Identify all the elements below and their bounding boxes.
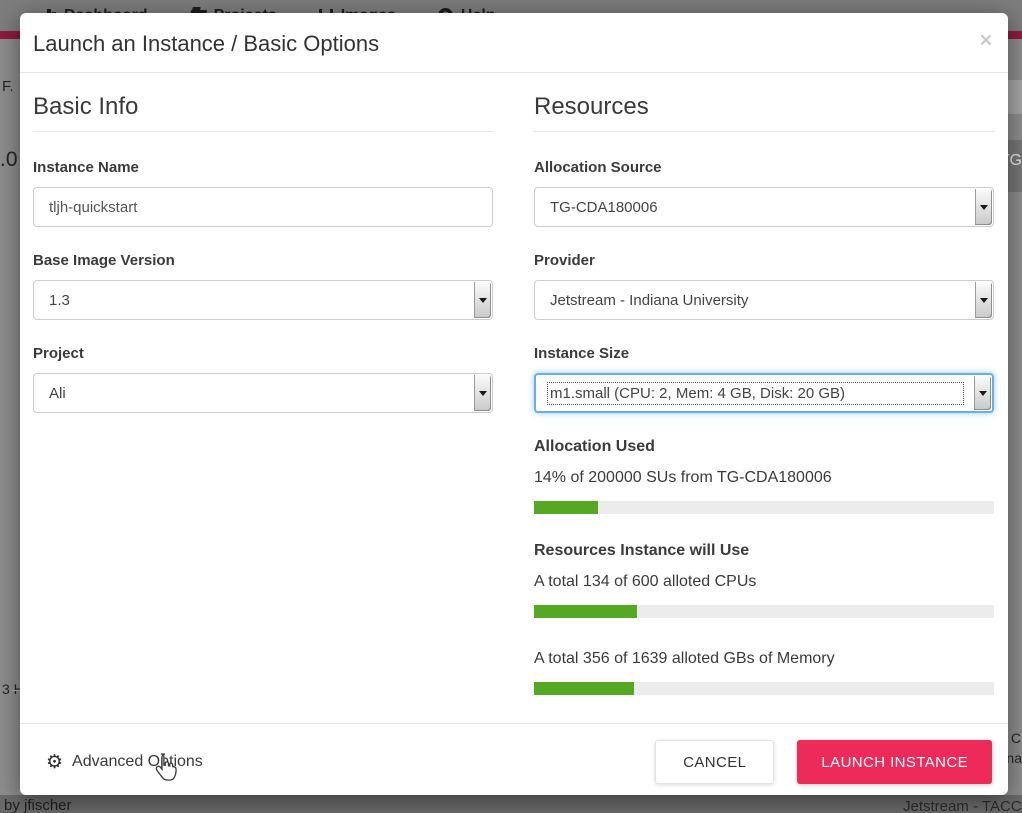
chevron-down-icon <box>975 189 992 225</box>
select-value: TG-CDA180006 <box>550 199 961 216</box>
select-value: m1.small (CPU: 2, Mem: 4 GB, Disk: 20 GB… <box>550 385 961 402</box>
modal-title: Launch an Instance / Basic Options <box>33 31 379 57</box>
close-icon[interactable]: × <box>980 31 992 51</box>
cpu-usage-progressbar <box>534 605 994 618</box>
chevron-down-icon <box>974 376 991 410</box>
allocation-used-section: Allocation Used 14% of 200000 SUs from T… <box>534 438 994 514</box>
project-select[interactable]: Ali <box>33 373 493 413</box>
select-value: Jetstream - Indiana University <box>550 292 961 309</box>
resources-use-section: Resources Instance will Use A total 134 … <box>534 542 994 695</box>
base-image-version-group: Base Image Version 1.3 <box>33 252 493 320</box>
background-text-fragment: F. <box>2 78 14 95</box>
modal-body: Basic Info Instance Name Base Image Vers… <box>20 73 1008 723</box>
instance-name-label: Instance Name <box>33 159 493 176</box>
base-image-version-select[interactable]: 1.3 <box>33 280 493 320</box>
instance-name-group: Instance Name <box>33 159 493 227</box>
footer-buttons: CANCEL LAUNCH INSTANCE <box>655 740 992 784</box>
basic-info-heading: Basic Info <box>33 93 493 132</box>
instance-name-input[interactable] <box>33 187 493 227</box>
background-text-fragment: C <box>1011 730 1021 746</box>
progress-fill <box>534 682 634 695</box>
background-divider <box>12 690 20 691</box>
allocation-source-select[interactable]: TG-CDA180006 <box>534 187 994 227</box>
allocation-used-progressbar <box>534 501 994 514</box>
provider-label: Provider <box>534 252 994 269</box>
modal-header: Launch an Instance / Basic Options × <box>20 13 1008 73</box>
provider-group: Provider Jetstream - Indiana University <box>534 252 994 320</box>
gear-icon: ⚙ <box>46 753 63 772</box>
allocation-source-label: Allocation Source <box>534 159 994 176</box>
modal-footer: ⚙ Advanced Options CANCEL LAUNCH INSTANC… <box>20 723 1008 800</box>
background-band <box>1008 80 1022 114</box>
background-text-fragment: na <box>1006 750 1022 766</box>
chevron-down-icon <box>474 282 491 318</box>
project-label: Project <box>33 345 493 362</box>
resources-use-heading: Resources Instance will Use <box>534 542 994 560</box>
background-text-fragment: .0 <box>0 148 18 172</box>
progress-fill <box>534 605 637 618</box>
background-footer-provider: Jetstream - TACC <box>903 798 1022 813</box>
allocation-used-heading: Allocation Used <box>534 438 994 456</box>
memory-usage-text: A total 356 of 1639 alloted GBs of Memor… <box>534 650 994 668</box>
cpu-usage-text: A total 134 of 600 alloted CPUs <box>534 573 994 591</box>
allocation-used-text: 14% of 200000 SUs from TG-CDA180006 <box>534 469 994 487</box>
advanced-options-label: Advanced Options <box>72 753 203 771</box>
memory-usage-progressbar <box>534 682 994 695</box>
provider-select[interactable]: Jetstream - Indiana University <box>534 280 994 320</box>
launch-instance-button[interactable]: LAUNCH INSTANCE <box>797 740 992 784</box>
cancel-button[interactable]: CANCEL <box>655 740 774 784</box>
chevron-down-icon <box>975 282 992 318</box>
advanced-options-button[interactable]: ⚙ Advanced Options <box>46 753 203 772</box>
instance-size-label: Instance Size <box>534 345 994 362</box>
launch-instance-modal: Launch an Instance / Basic Options × Bas… <box>20 13 1008 795</box>
base-image-version-label: Base Image Version <box>33 252 493 269</box>
resources-column: Resources Allocation Source TG-CDA180006… <box>534 93 994 723</box>
select-value: Ali <box>49 385 460 402</box>
instance-size-select[interactable]: m1.small (CPU: 2, Mem: 4 GB, Disk: 20 GB… <box>534 373 994 413</box>
resources-heading: Resources <box>534 93 994 132</box>
allocation-source-group: Allocation Source TG-CDA180006 <box>534 159 994 227</box>
instance-size-group: Instance Size m1.small (CPU: 2, Mem: 4 G… <box>534 345 994 413</box>
progress-fill <box>534 501 598 514</box>
basic-info-column: Basic Info Instance Name Base Image Vers… <box>33 93 493 723</box>
chevron-down-icon <box>474 375 491 411</box>
project-group: Project Ali <box>33 345 493 413</box>
select-value: 1.3 <box>49 292 460 309</box>
